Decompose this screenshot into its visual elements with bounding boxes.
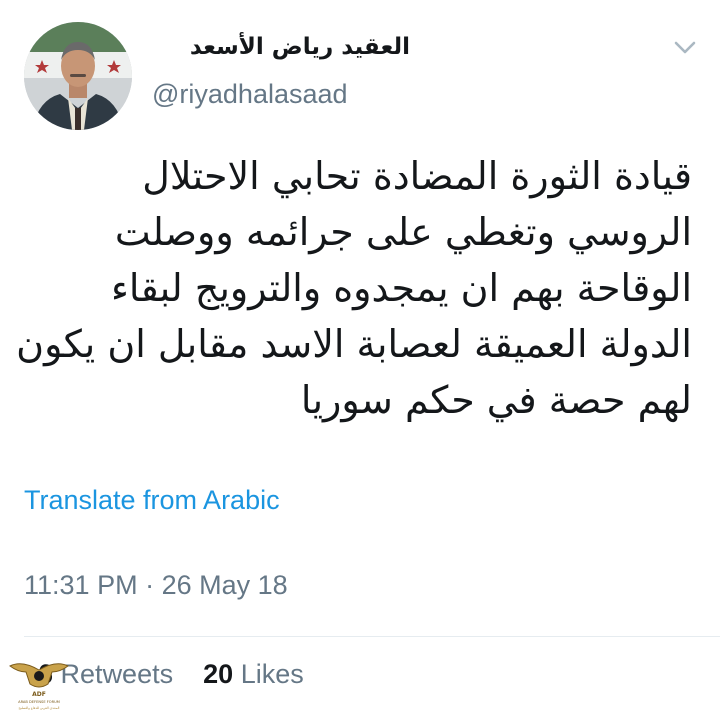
chevron-down-icon — [674, 41, 696, 54]
likes-count: 20 — [203, 659, 234, 689]
tweet-date: 26 May 18 — [161, 570, 288, 600]
avatar[interactable] — [24, 22, 132, 130]
svg-text:ADF: ADF — [32, 691, 46, 698]
tweet-menu-button[interactable] — [670, 34, 700, 62]
tweet-timestamp[interactable]: 11:31 PM · 26 May 18 — [24, 568, 288, 602]
translate-link[interactable]: Translate from Arabic — [24, 483, 280, 517]
svg-text:ARAB DEFENSE FORUM: ARAB DEFENSE FORUM — [18, 700, 60, 704]
svg-text:المنتدى العربي للدفاع والتسليح: المنتدى العربي للدفاع والتسليح — [19, 706, 60, 710]
tweet-time: 11:31 PM — [24, 570, 138, 600]
timestamp-separator: · — [145, 570, 155, 600]
display-name[interactable]: العقيد رياض الأسعد — [150, 30, 410, 64]
user-handle[interactable]: @riyadhalasaad — [152, 78, 348, 110]
tweet-card: العقيد رياض الأسعد @riyadhalasaad قيادة … — [0, 0, 720, 714]
likes-stat[interactable]: 20 Likes — [203, 659, 304, 689]
forum-watermark-logo: ADF ARAB DEFENSE FORUM المنتدى العربي لل… — [9, 663, 69, 710]
avatar-photo — [24, 22, 132, 130]
likes-label: Likes — [240, 659, 304, 689]
tweet-stats: 6 Retweets 20 Likes — [38, 657, 304, 691]
retweets-label: Retweets — [60, 659, 174, 689]
divider — [24, 636, 720, 637]
tweet-text: قيادة الثورة المضادة تحابي الاحتلال الرو… — [16, 154, 692, 422]
